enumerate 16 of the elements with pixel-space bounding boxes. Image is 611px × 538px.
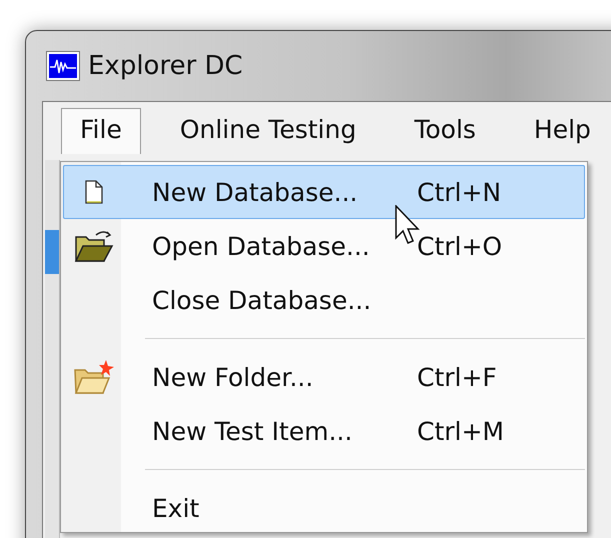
menu-bar-item[interactable]: File — [61, 108, 141, 154]
menu-bar-item[interactable]: Tools — [395, 108, 495, 154]
menu-item[interactable]: Exit — [63, 481, 585, 535]
menu-bar-item[interactable]: Online Testing — [160, 108, 376, 154]
open-folder-icon — [74, 229, 114, 263]
menu-bar-item[interactable]: Help — [514, 108, 610, 154]
menu-item[interactable]: Open Database... Ctrl+O — [63, 219, 585, 273]
menu-item[interactable]: New Folder... Ctrl+F — [63, 350, 585, 404]
blank-page-icon — [85, 180, 103, 204]
waveform-icon — [46, 51, 80, 81]
new-folder-icon — [73, 358, 115, 396]
window-title: Explorer DC — [88, 51, 243, 81]
menu-item[interactable]: New Database... Ctrl+N — [63, 165, 585, 219]
menu-item[interactable]: Close Database... — [63, 273, 585, 327]
menu-item[interactable]: New Test Item... Ctrl+M — [63, 404, 585, 458]
tree-panel — [45, 230, 59, 274]
